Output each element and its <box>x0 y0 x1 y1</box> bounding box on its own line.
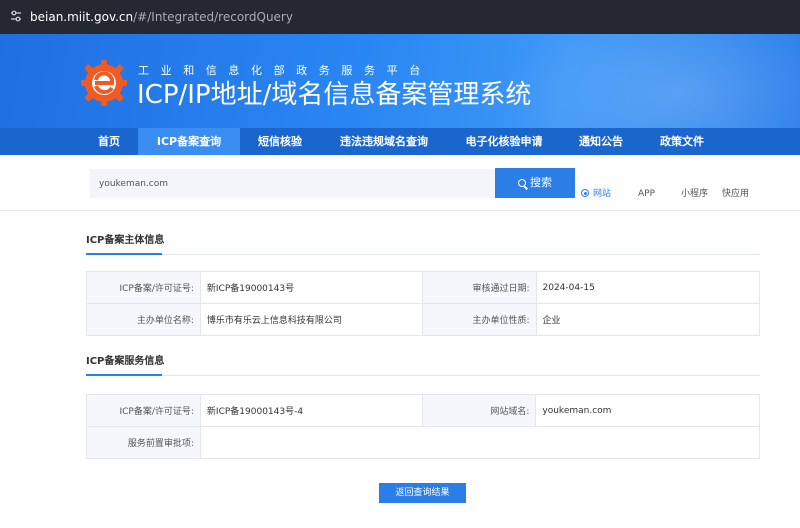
subject-info-divider <box>86 253 760 255</box>
nav-policy-docs[interactable]: 政策文件 <box>650 128 714 155</box>
service-info-table: ICP备案/许可证号: 新ICP备19000143号-4 网站域名: youke… <box>86 394 761 459</box>
type-radio-miniprogram[interactable]: 小程序 <box>669 188 708 200</box>
platform-subtitle: 工业和信息化部政务服务平台 <box>138 64 432 77</box>
nav-home[interactable]: 首页 <box>84 128 134 155</box>
icp-number-label: ICP备案/许可证号: <box>86 271 201 304</box>
section-accent <box>86 374 162 376</box>
organizer-type-label: 主办单位性质: <box>421 303 537 336</box>
radio-checked-icon <box>581 189 589 197</box>
website-domain-label: 网站域名: <box>421 394 537 427</box>
search-button-label: 搜索 <box>530 176 552 189</box>
website-domain-value: youkeman.com <box>535 394 760 427</box>
pre-approval-label: 服务前置审批项: <box>86 426 201 459</box>
service-info-divider <box>86 374 760 376</box>
table-row: ICP备案/许可证号: 新ICP备19000143号-4 网站域名: youke… <box>86 394 760 427</box>
subject-info-table: ICP备案/许可证号: 新ICP备19000143号 审核通过日期: 2024-… <box>86 271 760 336</box>
search-area: 搜索 网站 APP 小程序 快应用 <box>0 155 800 211</box>
radio-label: APP <box>638 189 656 199</box>
organizer-name-value: 博乐市有乐云上信息科技有限公司 <box>199 303 423 336</box>
type-radio-website[interactable]: 网站 <box>581 188 611 200</box>
search-button[interactable]: 搜索 <box>495 168 575 198</box>
back-to-results-button[interactable]: 返回查询结果 <box>379 483 466 503</box>
e-gov-logo-icon <box>81 60 127 106</box>
address-url[interactable]: beian.miit.gov.cn/#/Integrated/recordQue… <box>30 9 293 25</box>
organizer-name-label: 主办单位名称: <box>86 303 201 336</box>
nav-illegal-domain-query[interactable]: 违法违规域名查询 <box>326 128 442 155</box>
header-banner: 工业和信息化部政务服务平台 ICP/IP地址/域名信息备案管理系统 <box>0 34 800 128</box>
service-icp-number-value: 新ICP备19000143号-4 <box>199 394 423 427</box>
organizer-type-value: 企业 <box>535 303 760 336</box>
radio-label: 快应用 <box>722 189 750 199</box>
table-row: 服务前置审批项: <box>86 426 761 459</box>
table-row: 主办单位名称: 博乐市有乐云上信息科技有限公司 主办单位性质: 企业 <box>86 303 760 336</box>
radio-label: 小程序 <box>681 189 709 199</box>
system-title: ICP/IP地址/域名信息备案管理系统 <box>137 80 532 110</box>
radio-unchecked-icon <box>626 189 634 197</box>
site-settings-icon[interactable] <box>9 9 23 23</box>
type-radio-app[interactable]: APP <box>626 188 655 200</box>
nav-notices[interactable]: 通知公告 <box>570 128 632 155</box>
approval-date-label: 审核通过日期: <box>421 271 537 304</box>
search-input[interactable] <box>90 169 495 198</box>
service-icp-number-label: ICP备案/许可证号: <box>86 394 201 427</box>
radio-unchecked-icon <box>669 189 677 197</box>
address-path: /#/Integrated/recordQuery <box>133 10 293 24</box>
type-radio-quickapp[interactable]: 快应用 <box>710 188 749 200</box>
radio-unchecked-icon <box>710 189 718 197</box>
main-nav: 首页 ICP备案查询 短信核验 违法违规域名查询 电子化核验申请 通知公告 政策… <box>0 128 800 155</box>
nav-icp-query[interactable]: ICP备案查询 <box>138 128 240 155</box>
subject-info-title: ICP备案主体信息 <box>86 235 165 246</box>
nav-sms-verify[interactable]: 短信核验 <box>246 128 314 155</box>
banner-glow <box>500 34 800 128</box>
service-info-title: ICP备案服务信息 <box>86 356 165 367</box>
search-icon <box>518 179 526 187</box>
icp-number-value: 新ICP备19000143号 <box>199 271 423 304</box>
table-row: ICP备案/许可证号: 新ICP备19000143号 审核通过日期: 2024-… <box>86 271 760 304</box>
address-host: beian.miit.gov.cn <box>30 10 134 24</box>
radio-label: 网站 <box>593 189 612 199</box>
section-accent <box>86 253 162 255</box>
browser-address-bar[interactable]: beian.miit.gov.cn/#/Integrated/recordQue… <box>0 0 800 34</box>
approval-date-value: 2024-04-15 <box>535 271 760 304</box>
nav-electronic-verify[interactable]: 电子化核验申请 <box>456 128 552 155</box>
pre-approval-value <box>199 426 761 459</box>
